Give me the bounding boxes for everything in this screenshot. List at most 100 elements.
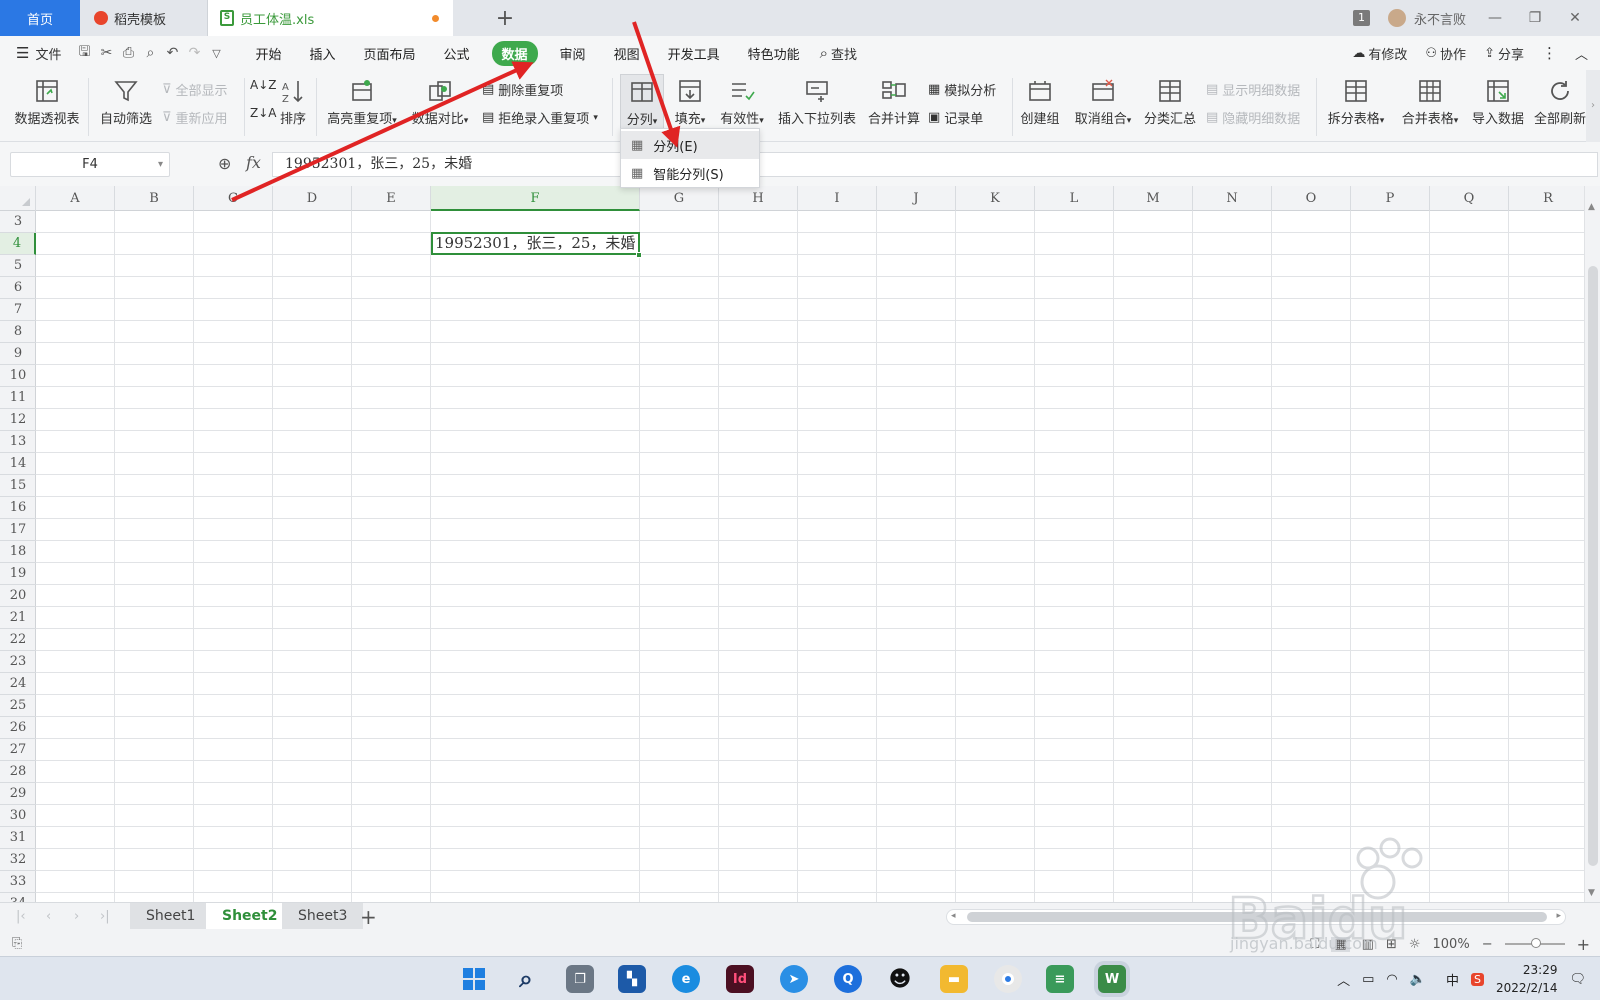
modified-button[interactable]: ☁ 有修改	[1352, 44, 1407, 63]
collab-button[interactable]: ⚇ 协作	[1425, 44, 1466, 63]
merge-table-button[interactable]: 合并表格▾	[1396, 74, 1464, 127]
import-data-button[interactable]: 导入数据	[1470, 74, 1526, 127]
menu-special[interactable]: 特色功能	[748, 44, 800, 63]
ime-indicator[interactable]: 中	[1446, 970, 1459, 989]
menu-formula[interactable]: 公式	[444, 44, 470, 63]
smart-split-menu-item[interactable]: ▦ 智能分列(S)	[621, 159, 759, 187]
show-all-button[interactable]: ⊽ 全部显示	[162, 80, 228, 99]
split-columns-menu-item[interactable]: ▦ 分列(E)	[621, 131, 759, 159]
column-header[interactable]: I	[798, 186, 877, 211]
qq-icon[interactable]: ☻	[886, 965, 914, 993]
menu-start[interactable]: 开始	[255, 44, 281, 63]
row-header[interactable]: 9	[0, 343, 36, 365]
vertical-scrollbar[interactable]: ▲ ▼	[1584, 186, 1600, 902]
scroll-right-icon[interactable]: ▸	[1556, 911, 1561, 921]
insert-function-icon[interactable]: fx	[246, 153, 261, 172]
format-painter-icon[interactable]: ✂	[95, 45, 117, 61]
zoom-formula-icon[interactable]: ⊕	[218, 154, 231, 173]
hide-detail-button[interactable]: ▤ 隐藏明细数据	[1206, 108, 1300, 127]
row-header[interactable]: 13	[0, 431, 36, 453]
vertical-scroll-thumb[interactable]	[1588, 266, 1598, 866]
fill-handle[interactable]	[636, 252, 642, 258]
spreadsheet-grid[interactable]: ABCDEFGHIJKLMNOPQR 3 4 5 6 7 8 9 10 11 12 13 14 15 16…	[0, 186, 1584, 902]
validity-button[interactable]: 有效性▾	[716, 74, 768, 127]
column-header[interactable]: J	[877, 186, 956, 211]
last-sheet-icon[interactable]: ›|	[100, 909, 110, 924]
restore-icon[interactable]: ❐	[1524, 10, 1546, 26]
row-header[interactable]: 29	[0, 783, 36, 805]
column-header[interactable]: P	[1351, 186, 1430, 211]
reject-duplicates-button[interactable]: ▤ 拒绝录入重复项 ▾	[482, 108, 598, 127]
formula-input[interactable]: 19952301，张三，25，未婚	[272, 152, 1598, 177]
edge-browser-icon[interactable]: e	[672, 965, 700, 993]
indesign-icon[interactable]: Id	[726, 965, 754, 993]
file-menu[interactable]: ☰ 文件	[16, 44, 61, 63]
row-header[interactable]: 26	[0, 717, 36, 739]
row-header[interactable]: 8	[0, 321, 36, 343]
menu-data[interactable]: 数据	[491, 40, 538, 66]
menu-review[interactable]: 审阅	[560, 44, 586, 63]
sheet-tab-3[interactable]: Sheet3	[282, 903, 364, 929]
close-icon[interactable]: ✕	[1564, 10, 1586, 26]
row-header[interactable]: 31	[0, 827, 36, 849]
row-header[interactable]: 32	[0, 849, 36, 871]
create-group-button[interactable]: 创建组	[1018, 74, 1062, 127]
autofilter-button[interactable]: 自动筛选	[96, 74, 156, 127]
row-header[interactable]: 20	[0, 585, 36, 607]
menu-insert[interactable]: 插入	[309, 44, 335, 63]
reapply-button[interactable]: ⊽ 重新应用	[162, 108, 228, 127]
notepad-icon[interactable]: ≡	[1046, 965, 1074, 993]
new-tab-button[interactable]: +	[490, 0, 520, 36]
fill-button[interactable]: 填充▾	[670, 74, 710, 127]
sogou-ime-icon[interactable]: S	[1470, 972, 1484, 986]
notification-icon[interactable]: 🗨	[1569, 972, 1586, 987]
scroll-up-icon[interactable]: ▲	[1588, 202, 1595, 212]
volume-icon[interactable]: 🔈	[1410, 972, 1426, 987]
row-header[interactable]: 14	[0, 453, 36, 475]
minimize-icon[interactable]: —	[1484, 10, 1506, 26]
widgets-icon[interactable]: ▚	[618, 965, 646, 993]
simulate-analysis-button[interactable]: ▦ 模拟分析	[928, 80, 996, 99]
column-header[interactable]: O	[1272, 186, 1351, 211]
zoom-slider-knob[interactable]	[1530, 938, 1541, 948]
file-explorer-icon[interactable]: ▬	[940, 965, 968, 993]
scroll-left-icon[interactable]: ◂	[951, 911, 956, 921]
sheet-tab-2[interactable]: Sheet2	[206, 903, 294, 929]
row-header[interactable]: 25	[0, 695, 36, 717]
tab-file[interactable]: S 员工体温.xls	[208, 0, 453, 36]
column-header[interactable]: G	[640, 186, 719, 211]
sort-desc-icon[interactable]: Z↓A	[250, 106, 276, 120]
print-preview-icon[interactable]: ⌕	[139, 45, 161, 61]
search-taskbar-icon[interactable]: ⌕	[512, 965, 540, 993]
prev-sheet-icon[interactable]: ‹	[46, 909, 51, 924]
consolidate-button[interactable]: 合并计算	[866, 74, 922, 127]
row-header[interactable]: 4	[0, 233, 36, 255]
column-header[interactable]: N	[1193, 186, 1272, 211]
row-header[interactable]: 28	[0, 761, 36, 783]
menu-page-layout[interactable]: 页面布局	[364, 44, 416, 63]
insert-dropdown-list-button[interactable]: 插入下拉列表	[776, 74, 858, 127]
tab-home[interactable]: 首页	[0, 0, 80, 36]
column-header[interactable]: R	[1509, 186, 1584, 211]
row-header[interactable]: 11	[0, 387, 36, 409]
cell-area[interactable]: 19952301，张三，25，未婚	[36, 211, 1584, 902]
windows-start-icon[interactable]	[460, 965, 488, 993]
column-header[interactable]: E	[352, 186, 431, 211]
zoom-in-icon[interactable]: +	[1577, 935, 1590, 954]
row-header[interactable]: 33	[0, 871, 36, 893]
remove-duplicates-button[interactable]: ▤ 删除重复项	[482, 80, 563, 99]
tray-expand-icon[interactable]: ︿	[1337, 970, 1350, 989]
browser-q-icon[interactable]: Q	[834, 965, 862, 993]
row-header[interactable]: 6	[0, 277, 36, 299]
row-header[interactable]: 12	[0, 409, 36, 431]
row-header[interactable]: 17	[0, 519, 36, 541]
column-header[interactable]: B	[115, 186, 194, 211]
row-header[interactable]: 15	[0, 475, 36, 497]
next-sheet-icon[interactable]: ›	[74, 909, 79, 924]
sheet-tab-1[interactable]: Sheet1	[130, 903, 212, 929]
customize-dropdown-icon[interactable]: ▽	[205, 47, 227, 60]
row-header[interactable]: 30	[0, 805, 36, 827]
row-header[interactable]: 27	[0, 739, 36, 761]
user-avatar[interactable]: 永不言败	[1387, 9, 1466, 28]
column-header[interactable]: K	[956, 186, 1035, 211]
